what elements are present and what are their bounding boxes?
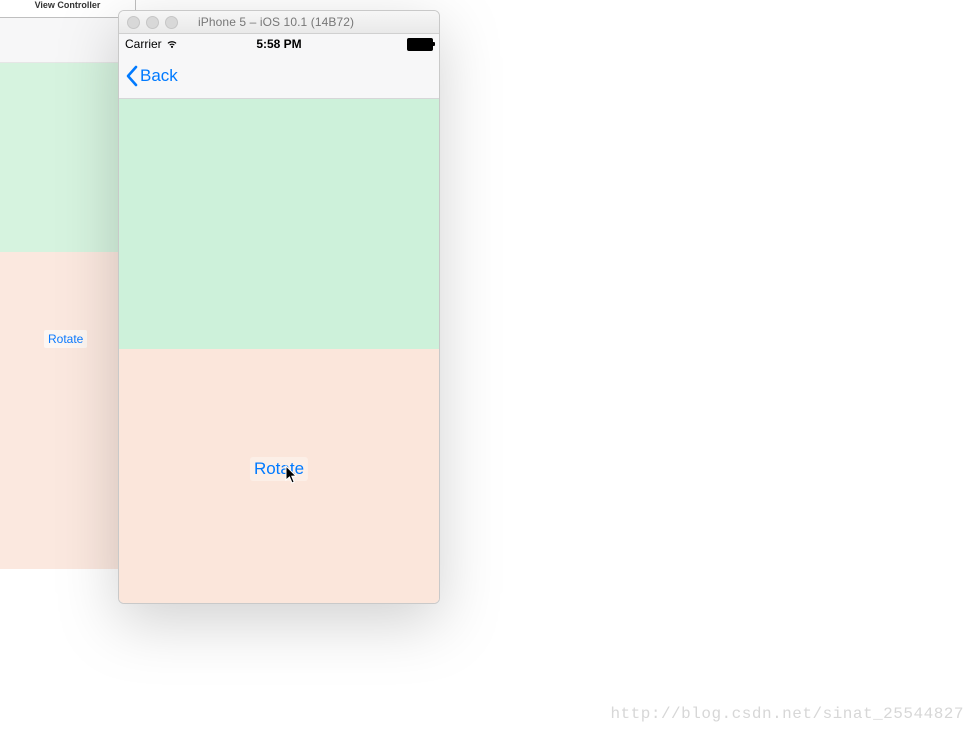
rotate-button[interactable]: Rotate — [250, 457, 308, 481]
traffic-light-close[interactable] — [127, 16, 140, 29]
battery-icon — [407, 38, 433, 51]
ib-rotate-button[interactable]: Rotate — [44, 330, 87, 348]
ib-navbar-placeholder — [0, 18, 135, 63]
green-view — [119, 99, 439, 349]
interface-builder-canvas: View Controller Rotate — [0, 0, 136, 568]
ios-status-bar: Carrier 5:58 PM — [119, 34, 439, 54]
ib-green-view — [0, 63, 135, 252]
status-time: 5:58 PM — [119, 37, 439, 51]
traffic-lights — [127, 16, 178, 29]
pink-view: Rotate — [119, 349, 439, 603]
ib-scene-title: View Controller — [0, 0, 135, 18]
simulator-titlebar[interactable]: iPhone 5 – iOS 10.1 (14B72) — [119, 11, 439, 34]
traffic-light-minimize[interactable] — [146, 16, 159, 29]
ib-pink-view: Rotate — [0, 252, 135, 569]
chevron-left-icon — [125, 65, 138, 87]
watermark-text: http://blog.csdn.net/sinat_25544827 — [610, 705, 964, 723]
back-label: Back — [140, 66, 178, 86]
ios-nav-bar: Back — [119, 54, 439, 99]
traffic-light-zoom[interactable] — [165, 16, 178, 29]
ios-content: Rotate — [119, 99, 439, 603]
simulator-title: iPhone 5 – iOS 10.1 (14B72) — [198, 15, 431, 29]
back-button[interactable]: Back — [125, 65, 178, 87]
simulator-window: iPhone 5 – iOS 10.1 (14B72) Carrier 5:58… — [118, 10, 442, 604]
